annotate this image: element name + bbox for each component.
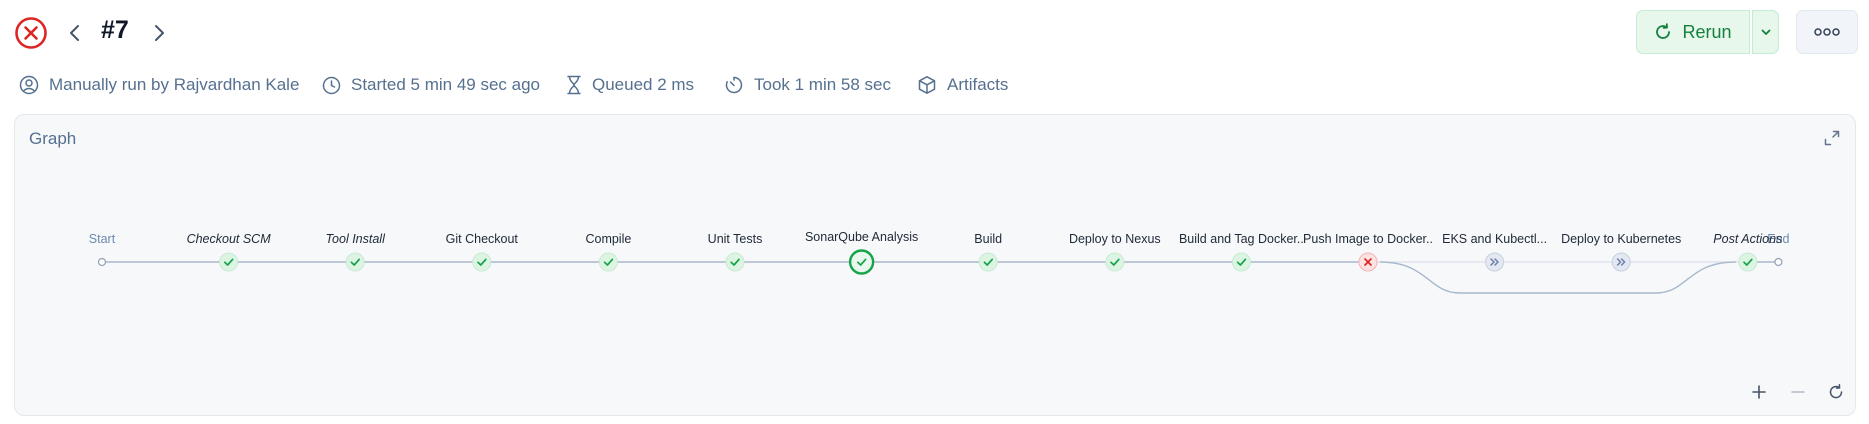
stage-label: EKS and Kubectl... bbox=[1442, 232, 1547, 246]
zoom-out-button[interactable] bbox=[1787, 381, 1809, 403]
stage-status-circle bbox=[472, 252, 492, 272]
stage-node[interactable]: Git Checkout bbox=[446, 232, 519, 272]
reset-zoom-button[interactable] bbox=[1825, 381, 1847, 403]
rerun-button-group: Rerun bbox=[1636, 10, 1779, 54]
stage-label: Post Actions bbox=[1713, 232, 1782, 246]
stage-node[interactable]: Tool Install bbox=[326, 232, 387, 272]
stage-node[interactable]: Post Actions bbox=[1713, 232, 1782, 272]
start-label: Start bbox=[89, 232, 116, 246]
meta-queued: Queued 2 ms bbox=[566, 72, 694, 98]
failed-status-icon bbox=[15, 17, 47, 49]
next-run-button[interactable] bbox=[146, 20, 172, 46]
pipeline-graph: Start EndCheckout SCM Tool Install Git Chec… bbox=[89, 230, 1790, 294]
refresh-icon bbox=[1656, 23, 1671, 39]
artifacts-link[interactable]: Artifacts bbox=[917, 72, 1008, 98]
stage-status-circle bbox=[345, 252, 365, 272]
user-circle-icon bbox=[19, 75, 39, 95]
stage-node[interactable]: Unit Tests bbox=[708, 232, 763, 272]
stage-status-circle bbox=[219, 252, 239, 272]
minus-icon bbox=[1791, 391, 1805, 393]
stage-label: Build bbox=[974, 232, 1002, 246]
stage-status-circle bbox=[1231, 252, 1251, 272]
previous-run-button[interactable] bbox=[62, 20, 88, 46]
start-node bbox=[97, 257, 107, 267]
stage-label: Deploy to Kubernetes bbox=[1561, 232, 1681, 246]
stage-node[interactable]: Deploy to Nexus bbox=[1069, 232, 1161, 272]
pipeline-graph-panel: Graph Start End Checkout SCM Tool Install Gi… bbox=[14, 114, 1856, 416]
meta-started: Started 5 min 49 sec ago bbox=[322, 72, 540, 98]
stage-label: Git Checkout bbox=[446, 232, 519, 246]
stage-node[interactable]: Compile bbox=[585, 232, 631, 272]
meta-trigger: Manually run by Rajvardhan Kale bbox=[19, 72, 299, 98]
stage-node[interactable]: SonarQube Analysis bbox=[805, 230, 918, 275]
end-node bbox=[1774, 257, 1783, 267]
meta-duration: Took 1 min 58 sec bbox=[724, 72, 891, 98]
stage-label: Tool Install bbox=[326, 232, 387, 246]
rerun-options-dropdown[interactable] bbox=[1752, 10, 1779, 54]
meta-started-text: Started 5 min 49 sec ago bbox=[351, 75, 541, 94]
zoom-in-button[interactable] bbox=[1748, 381, 1770, 403]
stage-node[interactable]: Deploy to Kubernetes bbox=[1561, 232, 1681, 272]
timer-icon bbox=[725, 76, 743, 94]
stage-label: Checkout SCM bbox=[187, 232, 272, 246]
stage-label: Unit Tests bbox=[708, 232, 763, 246]
stage-node[interactable]: Build and Tag Docker.. bbox=[1179, 232, 1304, 272]
stage-status-circle bbox=[978, 252, 998, 272]
stage-node[interactable]: Push Image to Docker.. bbox=[1303, 232, 1433, 272]
rerun-button[interactable]: Rerun bbox=[1636, 10, 1750, 54]
chevron-down-icon bbox=[1761, 29, 1770, 35]
bypass-edge bbox=[1379, 261, 1736, 294]
meta-duration-text: Took 1 min 58 sec bbox=[754, 75, 892, 94]
stage-node[interactable]: Build bbox=[974, 232, 1002, 272]
stage-status-circle bbox=[848, 249, 875, 275]
more-horizontal-icon bbox=[1814, 28, 1840, 36]
stage-label: Push Image to Docker.. bbox=[1303, 232, 1433, 246]
stage-label: Deploy to Nexus bbox=[1069, 232, 1161, 246]
stage-label: Compile bbox=[585, 232, 631, 246]
run-header: #7 Rerun bbox=[0, 0, 1869, 66]
clock-icon bbox=[322, 76, 341, 94]
stage-node[interactable]: EKS and Kubectl... bbox=[1442, 232, 1547, 272]
stage-label: Build and Tag Docker.. bbox=[1179, 232, 1304, 246]
stage-label: SonarQube Analysis bbox=[805, 230, 918, 244]
reset-icon bbox=[1829, 384, 1843, 399]
meta-queued-text: Queued 2 ms bbox=[592, 75, 695, 94]
stage-status-circle bbox=[725, 252, 745, 272]
more-actions-button[interactable] bbox=[1796, 10, 1858, 54]
stage-status-circle bbox=[1738, 252, 1758, 272]
rerun-label: Rerun bbox=[1682, 21, 1732, 42]
hourglass-icon bbox=[567, 75, 581, 95]
plus-icon bbox=[1752, 385, 1766, 399]
stage-status-circle bbox=[598, 252, 618, 272]
run-number-title: #7 bbox=[101, 16, 129, 44]
stage-node[interactable]: Checkout SCM bbox=[187, 232, 272, 272]
artifacts-label: Artifacts bbox=[947, 75, 1009, 94]
stage-status-circle bbox=[1105, 252, 1125, 272]
meta-trigger-text: Manually run by Rajvardhan Kale bbox=[49, 75, 300, 94]
package-icon bbox=[918, 76, 936, 94]
